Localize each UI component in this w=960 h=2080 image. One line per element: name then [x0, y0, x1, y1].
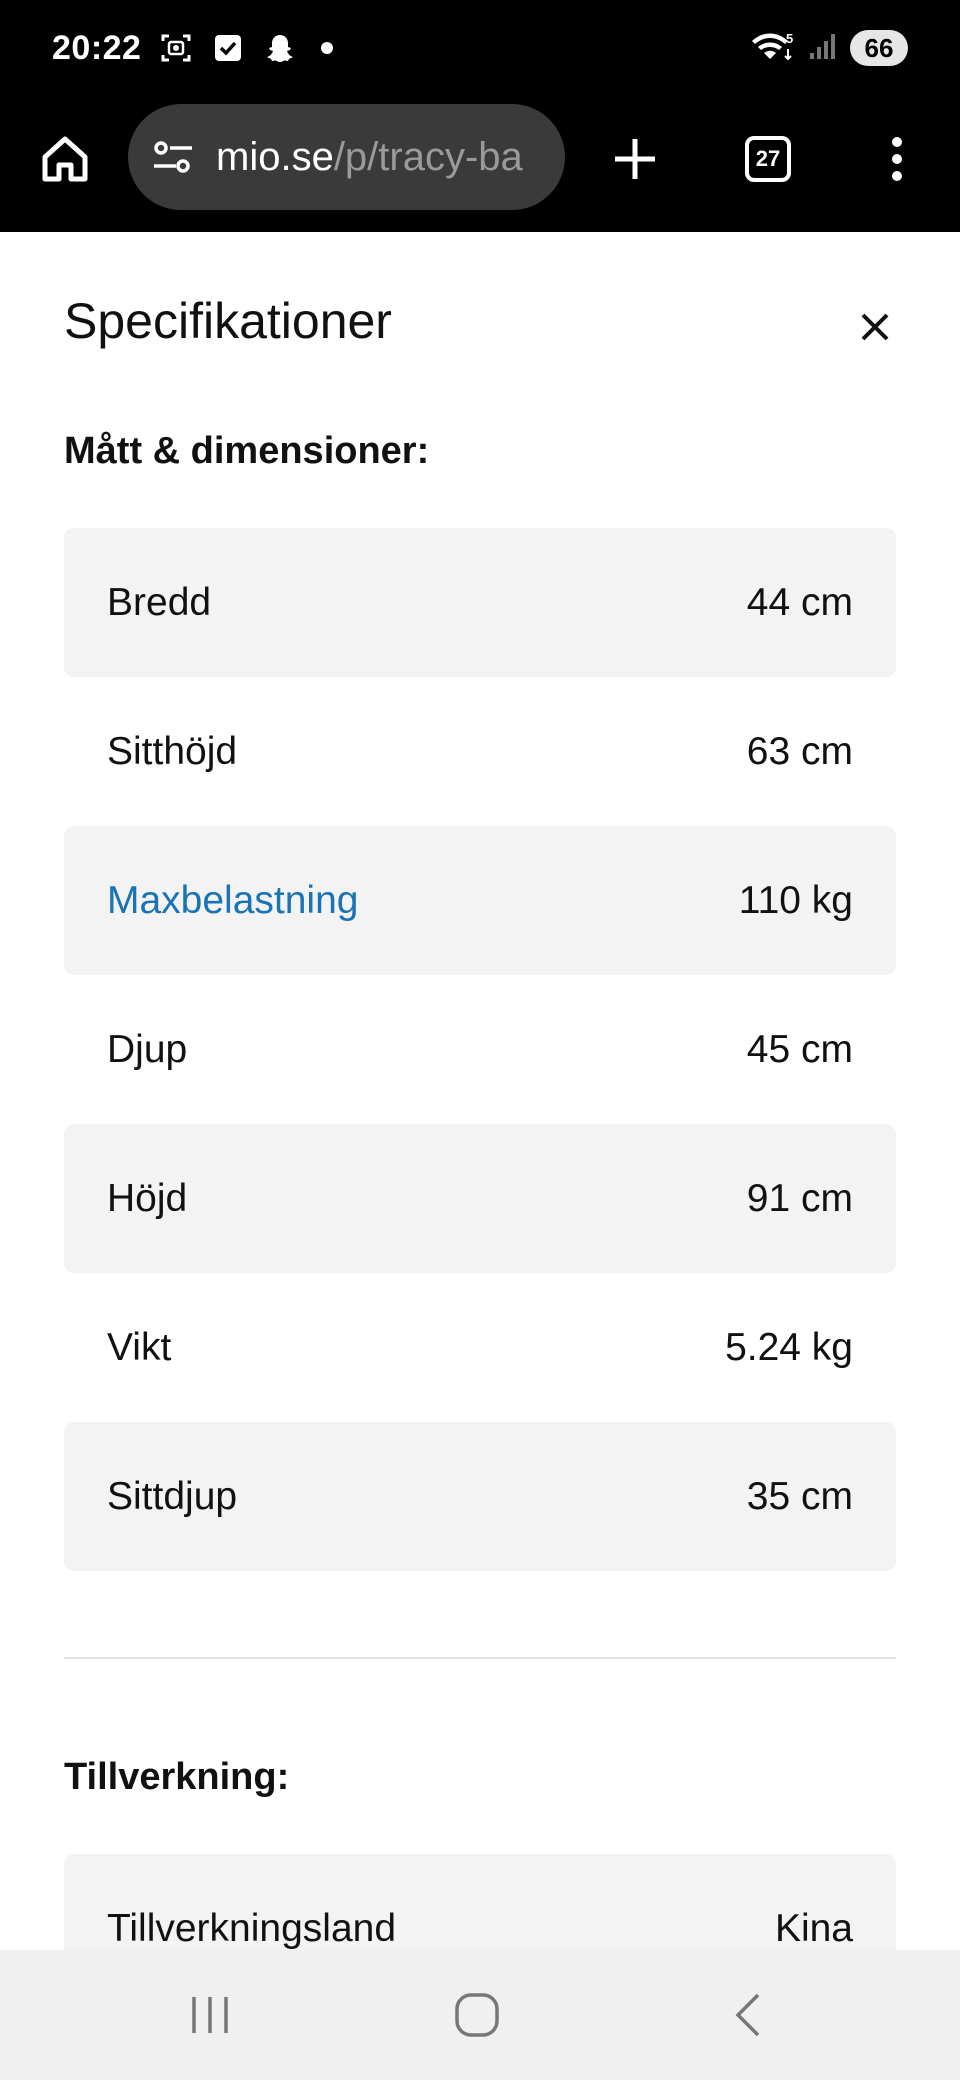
home-icon — [42, 136, 88, 182]
spec-label: Djup — [107, 1027, 188, 1071]
clock: 20:22 — [52, 28, 142, 67]
spec-row: Bredd 44 cm — [64, 528, 896, 677]
spec-label: Höjd — [107, 1176, 188, 1220]
site-settings-icon[interactable] — [150, 134, 196, 180]
section-title-dimensions: Mått & dimensioner: — [64, 430, 430, 472]
close-button[interactable] — [850, 302, 900, 352]
battery-indicator: 66 — [850, 30, 908, 66]
wifi-icon: 5 — [750, 29, 796, 68]
url-path: /p/tracy-ba — [333, 134, 523, 179]
spec-label: Bredd — [107, 580, 212, 624]
spec-value: 110 kg — [738, 878, 853, 922]
spec-label: Sittdjup — [107, 1474, 238, 1518]
back-button[interactable] — [708, 1980, 788, 2050]
tab-switcher-button[interactable]: 27 — [733, 124, 803, 194]
spec-row: Vikt 5.24 kg — [64, 1273, 896, 1422]
tab-count: 27 — [745, 136, 791, 182]
recent-apps-icon — [192, 1997, 228, 2033]
spec-panel: Specifikationer Mått & dimensioner: Bred… — [0, 232, 960, 1950]
spec-label: Sitthöjd — [107, 729, 238, 773]
spec-list-dimensions: Bredd 44 cm Sitthöjd 63 cm Maxbelastning… — [64, 528, 896, 1571]
spec-row: Maxbelastning 110 kg — [64, 826, 896, 975]
spec-row: Tillverkningsland Kina — [64, 1854, 896, 1950]
status-left: 20:22 — [52, 28, 334, 68]
browser-menu-button[interactable] — [862, 124, 932, 194]
snapchat-icon — [263, 31, 297, 65]
back-icon — [735, 1993, 760, 2037]
spec-list-manufacturing: Tillverkningsland Kina — [64, 1854, 896, 1950]
spec-value: 5.24 kg — [725, 1325, 853, 1369]
spec-value: 45 cm — [746, 1027, 853, 1071]
spec-row: Höjd 91 cm — [64, 1124, 896, 1273]
spec-label: Vikt — [107, 1325, 172, 1369]
spec-row: Djup 45 cm — [64, 975, 896, 1124]
page-title: Specifikationer — [64, 293, 392, 349]
signal-icon — [808, 31, 838, 66]
home-circle-icon — [455, 1993, 499, 2037]
system-nav-bar — [0, 1950, 960, 2080]
browser-toolbar: mio.se/p/tracy-ba 27 — [0, 96, 960, 232]
notification-dot-icon — [321, 42, 334, 54]
spec-value: 44 cm — [746, 580, 853, 624]
spec-row: Sittdjup 35 cm — [64, 1422, 896, 1571]
section-title-manufacturing: Tillverkning: — [64, 1756, 290, 1798]
spec-value: 91 cm — [746, 1176, 853, 1220]
screenshot-icon — [159, 31, 193, 65]
spec-value: 63 cm — [746, 729, 853, 773]
spec-row: Sitthöjd 63 cm — [64, 677, 896, 826]
plus-icon — [615, 139, 655, 179]
section-divider — [64, 1657, 896, 1659]
spec-label: Tillverkningsland — [107, 1906, 397, 1950]
close-icon — [861, 313, 889, 341]
recent-apps-button[interactable] — [170, 1980, 250, 2050]
system-home-button[interactable] — [437, 1980, 517, 2050]
url-text: mio.se/p/tracy-ba — [216, 135, 523, 180]
spec-value: 35 cm — [746, 1474, 853, 1518]
spec-label-link[interactable]: Maxbelastning — [107, 879, 358, 923]
wifi-badge: 5 — [786, 31, 793, 46]
spec-value: Kina — [774, 1906, 853, 1950]
more-vert-icon — [892, 137, 902, 181]
url-domain: mio.se — [216, 134, 334, 179]
screen: 20:22 5 66 mio.se/p/tracy-ba 27 Specifik… — [0, 0, 960, 2080]
checkbox-icon — [211, 31, 245, 65]
home-button[interactable] — [30, 124, 100, 194]
new-tab-button[interactable] — [600, 124, 670, 194]
status-bar: 20:22 5 66 — [0, 0, 960, 96]
address-bar[interactable]: mio.se/p/tracy-ba — [128, 104, 565, 210]
status-right: 5 66 — [750, 29, 908, 68]
